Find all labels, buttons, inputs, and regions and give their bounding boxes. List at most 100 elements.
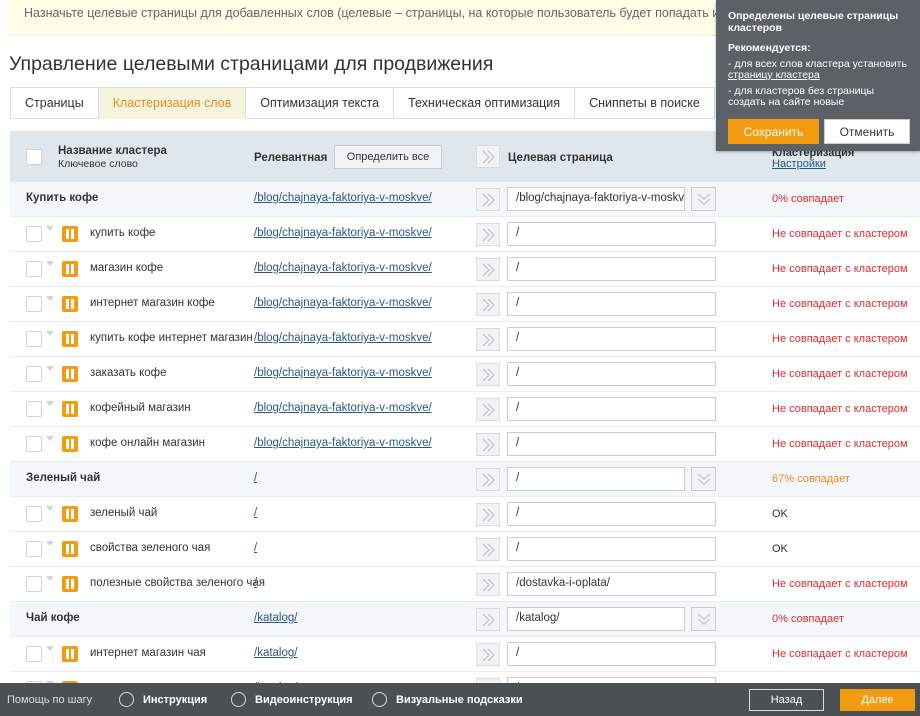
determine-all-button[interactable]: Определить все bbox=[334, 145, 442, 169]
pause-icon[interactable] bbox=[62, 261, 78, 277]
copy-relevant-button[interactable] bbox=[476, 538, 500, 561]
keyword-text: кофейный магазин bbox=[90, 402, 191, 414]
caret-down-icon[interactable] bbox=[46, 401, 54, 406]
caret-down-icon[interactable] bbox=[46, 261, 54, 266]
pause-icon[interactable] bbox=[62, 366, 78, 382]
keyword-checkbox[interactable] bbox=[26, 541, 42, 557]
relevant-page-link[interactable]: /blog/chajnaya-faktoriya-v-moskve/ bbox=[254, 192, 432, 204]
target-page-input[interactable]: / bbox=[507, 397, 716, 421]
keyword-checkbox[interactable] bbox=[26, 261, 42, 277]
relevant-page-link[interactable]: /blog/chajnaya-faktoriya-v-moskve/ bbox=[254, 227, 432, 239]
copy-relevant-button[interactable] bbox=[476, 223, 500, 246]
caret-down-icon[interactable] bbox=[46, 576, 54, 581]
keyword-checkbox[interactable] bbox=[26, 331, 42, 347]
relevant-page-link[interactable]: /blog/chajnaya-faktoriya-v-moskve/ bbox=[254, 437, 432, 449]
keyword-checkbox[interactable] bbox=[26, 646, 42, 662]
back-button[interactable]: Назад bbox=[749, 689, 824, 711]
tab-text-optimization[interactable]: Оптимизация текста bbox=[246, 87, 395, 119]
target-page-input[interactable]: /dostavka-i-oplata/ bbox=[507, 572, 716, 596]
copy-relevant-button[interactable] bbox=[476, 503, 500, 526]
relevant-page-link[interactable]: /katalog/ bbox=[254, 647, 297, 659]
relevant-page-link[interactable]: /katalog/ bbox=[254, 612, 297, 624]
relevant-page-link[interactable]: /blog/chajnaya-faktoriya-v-moskve/ bbox=[254, 262, 432, 274]
pause-icon[interactable] bbox=[62, 226, 78, 242]
instruction-link[interactable]: Инструкция bbox=[143, 694, 207, 706]
copy-relevant-button[interactable] bbox=[476, 328, 500, 351]
target-page-input[interactable]: / bbox=[507, 467, 685, 491]
keyword-checkbox[interactable] bbox=[26, 401, 42, 417]
caret-down-icon[interactable] bbox=[46, 366, 54, 371]
video-instruction-link[interactable]: Видеоинструкция bbox=[255, 694, 353, 706]
relevant-page-link[interactable]: /blog/chajnaya-faktoriya-v-moskve/ bbox=[254, 367, 432, 379]
relevant-page-link[interactable]: / bbox=[254, 577, 257, 589]
keyword-checkbox[interactable] bbox=[26, 366, 42, 382]
visual-hints-link[interactable]: Визуальные подсказки bbox=[396, 694, 523, 706]
caret-down-icon[interactable] bbox=[46, 541, 54, 546]
target-page-input[interactable]: /blog/chajnaya-faktoriya-v-moskve/ bbox=[507, 187, 685, 211]
tooltip-cluster-page-link[interactable]: страницу кластера bbox=[728, 69, 820, 81]
target-page-input[interactable]: / bbox=[507, 537, 716, 561]
copy-relevant-button[interactable] bbox=[476, 643, 500, 666]
relevant-page-link[interactable]: /blog/chajnaya-faktoriya-v-moskve/ bbox=[254, 332, 432, 344]
copy-relevant-button[interactable] bbox=[476, 433, 500, 456]
relevant-page-link[interactable]: /blog/chajnaya-faktoriya-v-moskve/ bbox=[254, 297, 432, 309]
next-button[interactable]: Далее bbox=[840, 689, 915, 711]
keyword-checkbox[interactable] bbox=[26, 296, 42, 312]
pause-icon[interactable] bbox=[62, 436, 78, 452]
pause-icon[interactable] bbox=[62, 331, 78, 347]
caret-down-icon[interactable] bbox=[46, 296, 54, 301]
copy-relevant-button[interactable] bbox=[476, 363, 500, 386]
caret-down-icon[interactable] bbox=[46, 506, 54, 511]
relevant-page-link[interactable]: / bbox=[254, 472, 257, 484]
keyword-text: интернет магазин чая bbox=[90, 647, 206, 659]
keyword-checkbox[interactable] bbox=[26, 506, 42, 522]
target-page-input[interactable]: / bbox=[507, 502, 716, 526]
copy-all-arrow-button[interactable] bbox=[476, 145, 500, 168]
copy-relevant-button[interactable] bbox=[476, 608, 500, 631]
relevant-page-link[interactable]: / bbox=[254, 542, 257, 554]
apply-to-keywords-button[interactable] bbox=[691, 607, 716, 631]
settings-link[interactable]: Настройки bbox=[772, 158, 826, 170]
copy-relevant-button[interactable] bbox=[476, 398, 500, 421]
target-page-input[interactable]: /katalog/ bbox=[507, 607, 685, 631]
tab-snippets[interactable]: Сниппеты в поиске bbox=[575, 87, 715, 119]
target-page-input[interactable]: / bbox=[507, 222, 716, 246]
relevant-page-link[interactable]: /blog/chajnaya-faktoriya-v-moskve/ bbox=[254, 402, 432, 414]
pause-icon[interactable] bbox=[62, 296, 78, 312]
keyword-checkbox[interactable] bbox=[26, 576, 42, 592]
pause-icon[interactable] bbox=[62, 646, 78, 662]
pause-icon[interactable] bbox=[62, 401, 78, 417]
copy-relevant-button[interactable] bbox=[476, 258, 500, 281]
pause-icon[interactable] bbox=[62, 506, 78, 522]
save-button[interactable]: Сохранить bbox=[728, 119, 819, 144]
caret-down-icon[interactable] bbox=[46, 331, 54, 336]
keyword-checkbox[interactable] bbox=[26, 436, 42, 452]
relevant-page-link[interactable]: / bbox=[254, 507, 257, 519]
target-page-input[interactable]: / bbox=[507, 432, 716, 456]
double-chevron-right-icon bbox=[482, 193, 495, 207]
keyword-row: купить кофе интернет магазин/blog/chajna… bbox=[10, 322, 920, 357]
caret-down-icon[interactable] bbox=[46, 226, 54, 231]
caret-down-icon[interactable] bbox=[46, 436, 54, 441]
target-page-input[interactable]: / bbox=[507, 257, 716, 281]
copy-relevant-button[interactable] bbox=[476, 573, 500, 596]
target-page-input[interactable]: / bbox=[507, 327, 716, 351]
select-all-checkbox[interactable] bbox=[26, 149, 42, 165]
copy-relevant-button[interactable] bbox=[476, 468, 500, 491]
tab-technical-optimization[interactable]: Техническая оптимизация bbox=[394, 87, 576, 119]
copy-relevant-button[interactable] bbox=[476, 293, 500, 316]
pause-icon[interactable] bbox=[62, 576, 78, 592]
target-page-input[interactable]: / bbox=[507, 292, 716, 316]
keyword-checkbox[interactable] bbox=[26, 226, 42, 242]
cancel-button[interactable]: Отменить bbox=[824, 119, 910, 144]
tab-clusterization[interactable]: Кластеризация слов bbox=[98, 87, 247, 119]
tabs-bar: Страницы Кластеризация слов Оптимизация … bbox=[10, 87, 715, 119]
pause-icon[interactable] bbox=[62, 541, 78, 557]
caret-down-icon[interactable] bbox=[46, 646, 54, 651]
apply-to-keywords-button[interactable] bbox=[691, 467, 716, 491]
apply-to-keywords-button[interactable] bbox=[691, 187, 716, 211]
tab-pages[interactable]: Страницы bbox=[10, 87, 99, 119]
copy-relevant-button[interactable] bbox=[476, 188, 500, 211]
target-page-input[interactable]: / bbox=[507, 642, 716, 666]
target-page-input[interactable]: / bbox=[507, 362, 716, 386]
